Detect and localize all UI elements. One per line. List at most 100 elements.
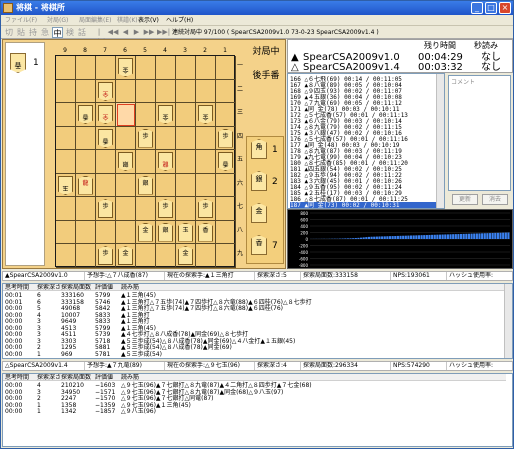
menu-view[interactable]: 表示(V)	[138, 16, 159, 25]
comment-update-button[interactable]: 更新	[452, 194, 478, 205]
menu-kifu[interactable]: 棋譜(K)	[117, 16, 138, 25]
sente-piece[interactable]: 歩	[198, 199, 213, 218]
kifu-row[interactable]: 187 ▲同 金(73) 00:02 / 00:10:31	[290, 202, 436, 208]
toolbar-check-button[interactable]: 検	[65, 27, 75, 38]
board-square[interactable]: 歩	[136, 126, 156, 150]
gote-piece[interactable]: 玉	[58, 176, 73, 195]
kifu-list[interactable]: 166 △６七飛(69) 00:14 / 00:11:05 167 ▲８八竜(89…	[287, 73, 445, 209]
pv-column-header[interactable]: 思考時間	[5, 374, 29, 381]
board-square[interactable]: 歩	[196, 197, 216, 221]
gote-piece[interactable]: 全	[98, 105, 113, 124]
board-square[interactable]: 全	[96, 79, 116, 103]
board-square[interactable]: 金	[196, 103, 216, 127]
gote-piece[interactable]: 香	[218, 152, 233, 171]
sente-piece[interactable]: 歩	[158, 199, 173, 218]
board-square[interactable]	[116, 79, 136, 103]
menu-help[interactable]: ヘルプ(H)	[166, 16, 193, 25]
board-square[interactable]	[116, 173, 136, 197]
board-square[interactable]	[216, 173, 236, 197]
board-square[interactable]	[136, 197, 156, 221]
toolbar-cut-button[interactable]: 切	[4, 27, 14, 38]
board-square[interactable]: 銀	[116, 150, 136, 174]
board-square[interactable]	[216, 220, 236, 244]
sente-piece[interactable]: 歩	[138, 128, 153, 148]
pv-column-header[interactable]: 探索局面数	[61, 284, 91, 291]
board-square[interactable]: 歩	[96, 197, 116, 221]
board-square[interactable]	[196, 173, 216, 197]
gote-piece[interactable]: 香	[78, 105, 93, 124]
board-square[interactable]	[76, 79, 96, 103]
board-square[interactable]: 全	[96, 103, 116, 127]
board-square[interactable]	[96, 56, 116, 80]
engine1-pv-list[interactable]: 思考時間 探索深さ 探索局面数 評価値 読み筋 00:01 6 333160 5799 ▲１三角(…	[2, 283, 513, 359]
board-square[interactable]: 歩	[156, 197, 176, 221]
first-move-icon[interactable]: |◀◀	[93, 28, 105, 45]
board-square[interactable]	[116, 220, 136, 244]
toolbar-paste-button[interactable]: 貼	[16, 27, 26, 38]
board-square[interactable]: 龍	[156, 150, 176, 174]
board-square[interactable]	[176, 103, 196, 127]
sente-piece[interactable]: 金	[138, 222, 153, 242]
board-square[interactable]	[156, 173, 176, 197]
forward-many-icon[interactable]: ▶▶	[143, 28, 155, 37]
board-square[interactable]	[76, 126, 96, 150]
gote-piece[interactable]: 全	[98, 82, 113, 101]
board-square[interactable]: 金	[136, 220, 156, 244]
menu-file[interactable]: ファイル(F)	[5, 16, 37, 25]
hand-piece-bishop[interactable]: 角	[251, 139, 267, 159]
board-square[interactable]	[176, 150, 196, 174]
board-square[interactable]	[196, 56, 216, 80]
hand-piece-lance[interactable]: 香	[251, 235, 267, 255]
board-square[interactable]: 金	[156, 103, 176, 127]
gote-piece[interactable]: 銀	[118, 152, 133, 171]
close-button[interactable]: ×	[499, 2, 511, 14]
sente-piece[interactable]: 金	[118, 246, 133, 265]
board-square[interactable]	[76, 150, 96, 174]
board-square[interactable]	[176, 56, 196, 80]
toolbar-hurry-button[interactable]: 急	[40, 27, 50, 38]
hand-piece-lance[interactable]: 香	[10, 53, 26, 73]
kifu-scrollbar[interactable]	[436, 74, 444, 208]
board-square[interactable]	[116, 126, 136, 150]
board-square[interactable]	[156, 244, 176, 268]
gote-piece[interactable]: 金	[158, 105, 173, 124]
board-square[interactable]	[176, 126, 196, 150]
board-square[interactable]	[156, 79, 176, 103]
board-square[interactable]: 香	[96, 126, 116, 150]
board-square[interactable]: 香	[196, 220, 216, 244]
board-square[interactable]: 歩	[216, 126, 236, 150]
board-square[interactable]	[176, 79, 196, 103]
gote-piece[interactable]: 金	[118, 58, 133, 77]
maximize-button[interactable]: □	[485, 2, 497, 14]
board-square[interactable]: 玉	[56, 173, 76, 197]
comment-textarea[interactable]: コメント	[448, 75, 511, 191]
board-square[interactable]	[136, 244, 156, 268]
menu-edit-position[interactable]: 局面編集(E)	[79, 16, 111, 25]
hand-piece-silver[interactable]: 銀	[251, 171, 267, 191]
board-square[interactable]: 玉	[176, 220, 196, 244]
board-square[interactable]	[216, 56, 236, 80]
board-square[interactable]	[96, 220, 116, 244]
sente-piece[interactable]: 歩	[218, 128, 233, 148]
board-square[interactable]	[56, 103, 76, 127]
minimize-button[interactable]: _	[471, 2, 483, 14]
board-square[interactable]	[176, 173, 196, 197]
shogi-board[interactable]: 金全香全金金香歩歩銀龍香玉龍銀歩歩歩金銀玉香歩金金	[55, 55, 236, 268]
board-square[interactable]	[216, 103, 236, 127]
board-square[interactable]	[216, 197, 236, 221]
sente-piece[interactable]: 歩	[98, 246, 113, 265]
pv-column-header[interactable]: 思考時間	[5, 284, 29, 291]
board-square[interactable]	[156, 56, 176, 80]
toolbar-hold-button[interactable]: 持	[28, 27, 38, 38]
sente-piece[interactable]: 銀	[158, 222, 173, 242]
pv-row[interactable]: 00:00 1 1342 −1857 △９八玉(96)	[3, 408, 506, 415]
sente-piece[interactable]: 龍	[78, 175, 93, 195]
board-square[interactable]: 金	[116, 56, 136, 80]
board-square[interactable]: 歩	[96, 244, 116, 268]
board-square[interactable]	[196, 244, 216, 268]
board-square[interactable]	[116, 197, 136, 221]
menu-game[interactable]: 対局(G)	[47, 16, 68, 25]
board-square[interactable]	[136, 56, 156, 80]
board-square[interactable]	[56, 150, 76, 174]
forward-one-icon[interactable]: ▶	[132, 28, 141, 37]
